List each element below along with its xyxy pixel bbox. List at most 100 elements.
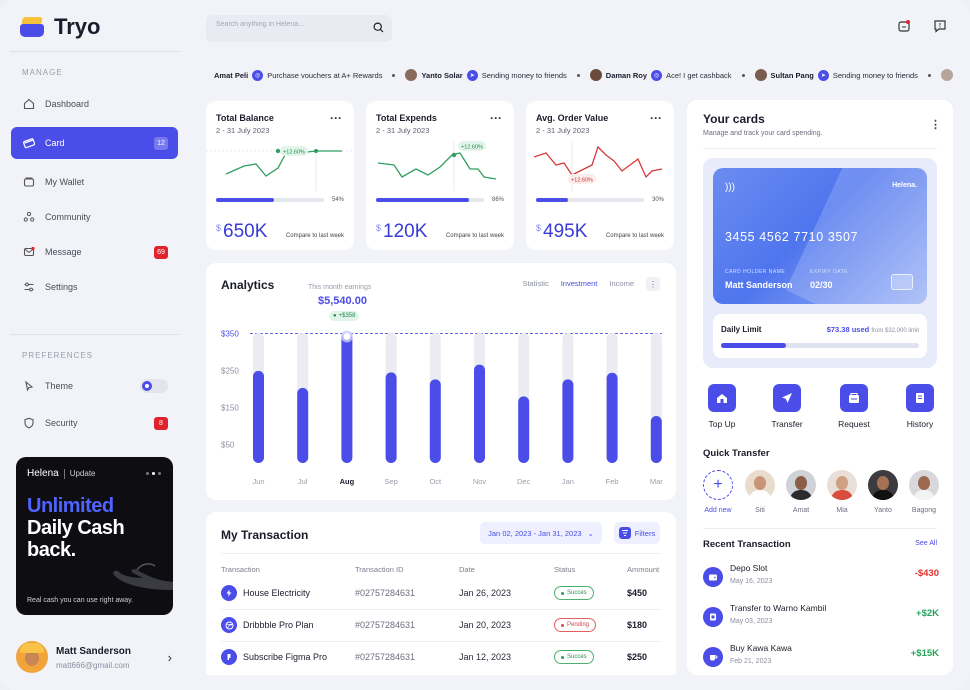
bar — [606, 372, 618, 463]
contact-siti[interactable]: Siti — [740, 470, 780, 514]
more-icon[interactable]: ··· — [650, 111, 662, 125]
table-row[interactable]: Subscribe Figma Pro #02757284631 Jan 12,… — [206, 641, 676, 673]
avatar — [745, 470, 775, 500]
promo-tag: Update — [69, 469, 96, 478]
sidebar-item-dashboard[interactable]: Dashboard — [11, 88, 178, 120]
top-up-button[interactable]: Top Up — [697, 384, 747, 429]
ticker-text: Sending money to friends — [832, 70, 918, 80]
filters-button[interactable]: Filters — [614, 522, 660, 544]
brand-logo[interactable]: Tryo — [20, 14, 100, 40]
stat-card-total-expends: Total Expends 2 - 31 July 2023 ··· +12.6… — [366, 101, 514, 250]
recent-transaction-title: Recent Transaction — [703, 539, 791, 550]
more-icon[interactable]: ··· — [330, 111, 342, 125]
stat-date: 2 - 31 July 2023 — [216, 126, 270, 135]
action-label: History — [906, 419, 934, 429]
contact-bagong[interactable]: Bagong — [904, 470, 944, 514]
contact-name: Bagong — [911, 507, 937, 514]
contact-name: Siti — [755, 507, 765, 514]
sidebar-item-settings[interactable]: Settings — [11, 271, 178, 303]
progress-fill — [216, 198, 275, 202]
chevron-right-icon[interactable]: › — [168, 650, 172, 665]
dribbble-icon — [221, 617, 237, 633]
see-all-link[interactable]: See All — [915, 540, 937, 547]
contact-amat[interactable]: Amat — [781, 470, 821, 514]
security-icon — [23, 417, 35, 429]
history-button[interactable]: History — [895, 384, 945, 429]
expiry-date: 02/30 — [810, 280, 833, 290]
security-count-badge: 8 — [154, 416, 168, 430]
x-tick-label: Oct — [429, 477, 442, 486]
status-badge: Succes — [554, 586, 594, 600]
promo-brand: Helena — [27, 468, 59, 479]
ticker-name: Sultan Pang — [770, 70, 814, 80]
table-row[interactable]: Dribbble Pro Plan #02757284631 Jan 20, 2… — [206, 609, 676, 641]
x-tick-label: Jul — [298, 477, 308, 486]
sparkline: +12.60% — [206, 146, 354, 191]
bar — [562, 379, 574, 463]
transfer-button[interactable]: Transfer — [762, 384, 812, 429]
contact-name: Amat — [792, 507, 810, 514]
sidebar-item-community[interactable]: Community — [11, 201, 178, 233]
stat-date: 2 - 31 July 2023 — [376, 126, 430, 135]
contact-name: Mia — [836, 507, 848, 514]
sidebar-item-label: Community — [45, 212, 91, 222]
promo-banner[interactable]: Helena Update Unlimited Daily Cash back.… — [16, 457, 173, 615]
sidebar-divider — [10, 51, 180, 52]
credit-card[interactable]: ))) Helena. 3455 4562 7710 3507 CARD HOL… — [713, 168, 927, 304]
promo-pagination[interactable] — [146, 472, 161, 475]
add-contact-button[interactable]: + Add new — [698, 470, 738, 514]
analytics-card: Analytics Statistic Investment Income ⋮ … — [206, 263, 676, 500]
recent-date: May 16, 2023 — [730, 578, 773, 585]
chevron-down-icon: ⌄ — [587, 528, 594, 538]
expiry-label: EXPIRY DATE — [810, 269, 849, 275]
user-profile[interactable]: Matt Sanderson matt666@gmail.com › — [10, 630, 180, 684]
sidebar-item-card[interactable]: Card 12 — [11, 127, 178, 159]
transaction-name: Dribbble Pro Plan — [243, 620, 314, 630]
stat-date: 2 - 31 July 2023 — [536, 126, 590, 135]
transaction-name: Subscribe Figma Pro — [243, 652, 328, 662]
filters-label: Filters — [634, 528, 656, 538]
more-icon[interactable]: ⋮ — [930, 118, 941, 131]
date-range-picker[interactable]: Jan 02, 2023 - Jan 31, 2023 ⌄ — [480, 522, 602, 544]
card-container: ))) Helena. 3455 4562 7710 3507 CARD HOL… — [703, 158, 937, 368]
search-input[interactable] — [216, 21, 366, 28]
progress-fill — [536, 198, 569, 202]
x-tick-label: Jan — [562, 477, 574, 486]
theme-toggle[interactable] — [140, 379, 168, 393]
table-row[interactable]: House Electricity #02757284631 Jan 26, 2… — [206, 577, 676, 609]
toggle-knob — [142, 381, 152, 391]
list-item[interactable]: Transfer to Warno Kambil May 03, 2023 +$… — [687, 600, 953, 636]
sidebar-item-message[interactable]: Message 69 — [11, 236, 178, 268]
ticker-item: Amat Peli ◎ Purchase vouchers at A+ Rewa… — [214, 69, 382, 81]
list-item[interactable]: Buy Kawa Kawa Feb 21, 2023 +$15K — [687, 640, 953, 676]
sidebar-item-security[interactable]: Security 8 — [11, 407, 178, 439]
stat-change: +12.60% — [283, 150, 305, 156]
column-header: Status — [554, 565, 576, 574]
ticker-text: Ace! I get cashback — [666, 70, 732, 80]
search-bar[interactable] — [206, 15, 392, 42]
notification-icon[interactable] — [894, 16, 914, 36]
contact-mia[interactable]: Mia — [822, 470, 862, 514]
sidebar-item-theme[interactable]: Theme — [11, 370, 178, 402]
bar — [253, 370, 264, 463]
contact-yanto[interactable]: Yanto — [863, 470, 903, 514]
list-item[interactable]: Depo Slot May 16, 2023 -$430 — [687, 560, 953, 596]
x-tick-label: Nov — [473, 477, 487, 486]
more-icon[interactable]: ··· — [490, 111, 502, 125]
bar — [341, 333, 353, 463]
recent-amount: +$15K — [910, 648, 939, 659]
stat-title: Total Expends — [376, 113, 437, 123]
stat-title: Total Balance — [216, 113, 274, 123]
activity-ticker: Amat Peli ◎ Purchase vouchers at A+ Rewa… — [214, 68, 954, 82]
add-new-label: Add new — [704, 507, 732, 514]
search-icon[interactable] — [373, 22, 384, 36]
limit-total: from $32,000 limit — [871, 328, 919, 334]
promo-header: Helena Update — [27, 468, 96, 479]
y-tick-label: $250 — [221, 367, 239, 376]
chat-icon[interactable] — [930, 16, 950, 36]
voucher-icon: ◎ — [252, 69, 264, 81]
daily-limit: Daily Limit $73.38 used from $32,000 lim… — [713, 314, 927, 358]
sidebar-item-my-wallet[interactable]: My Wallet — [11, 166, 178, 198]
request-button[interactable]: Request — [829, 384, 879, 429]
send-icon: ➤ — [466, 69, 478, 81]
